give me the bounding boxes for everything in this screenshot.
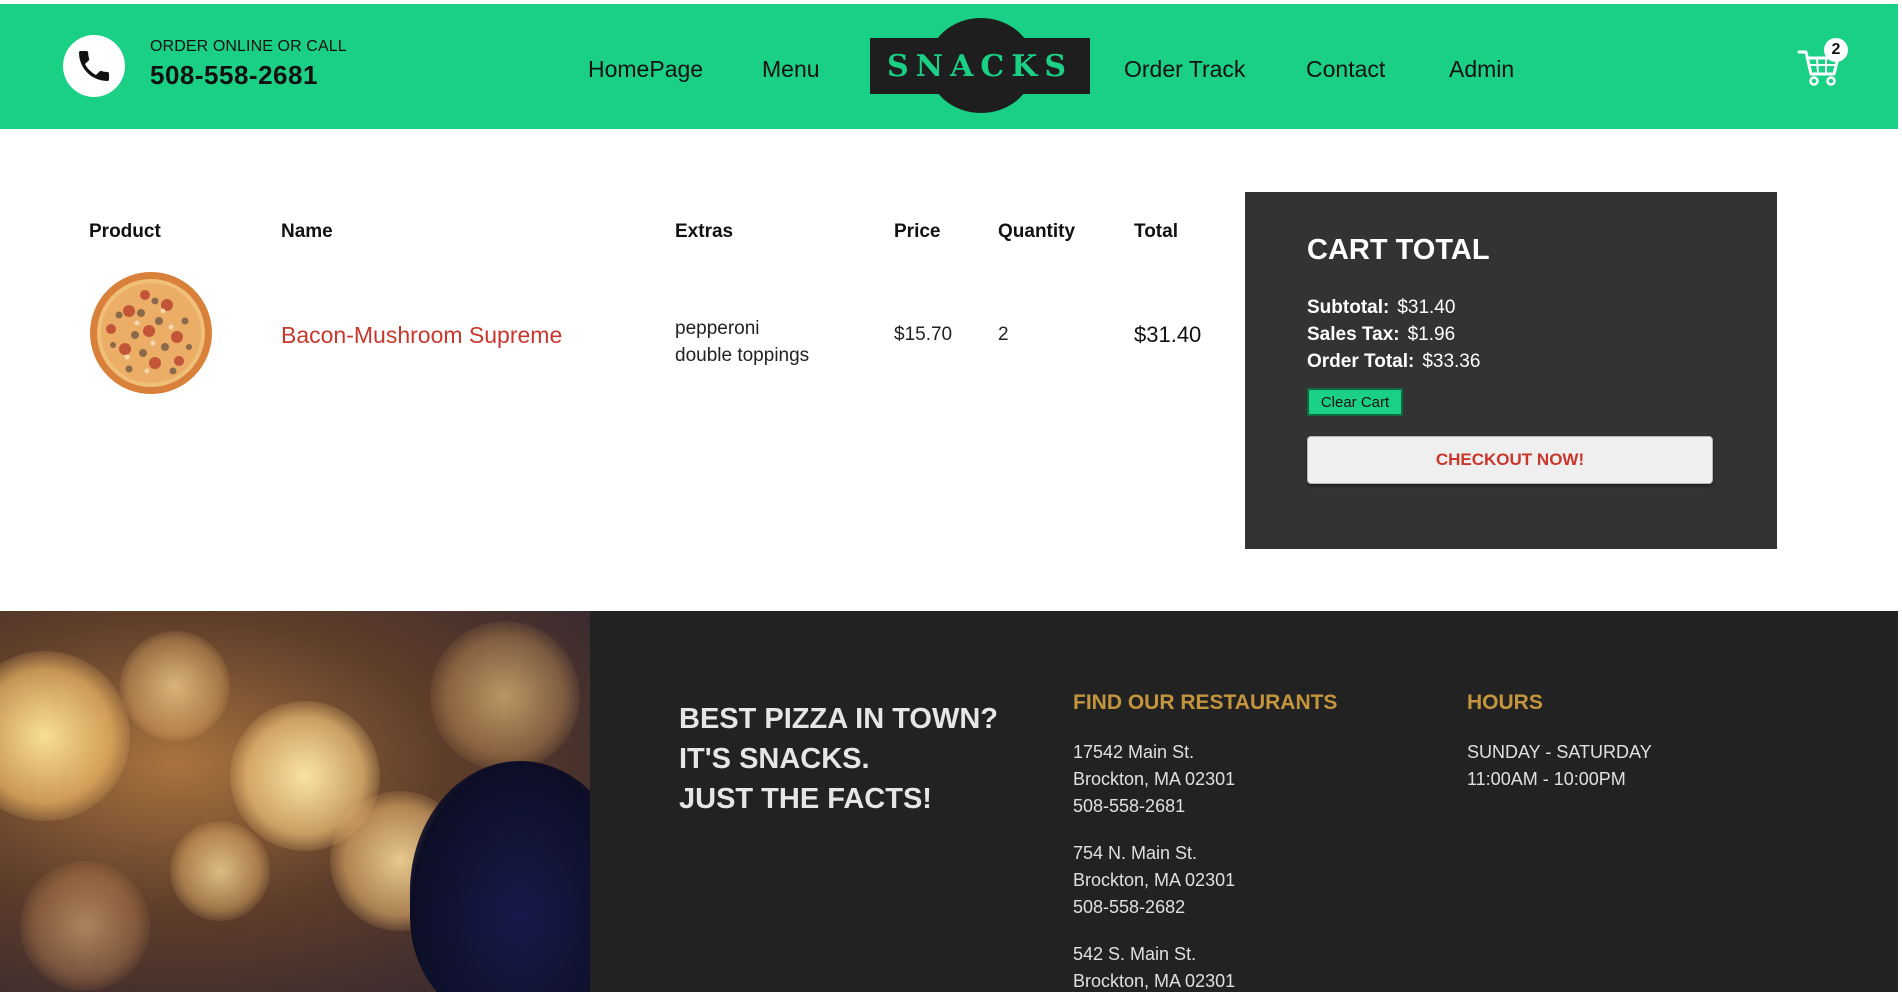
restaurant-address: 754 N. Main St. Brockton, MA 02301 508-5…	[1073, 840, 1235, 921]
nav-menu[interactable]: Menu	[762, 56, 820, 83]
product-name-link[interactable]: Bacon-Mushroom Supreme	[281, 322, 562, 349]
pizza-image	[90, 272, 212, 394]
product-total: $31.40	[1134, 322, 1202, 347]
address-phone: 508-558-2681	[1073, 796, 1186, 816]
hours-text: SUNDAY - SATURDAY 11:00AM - 10:00PM	[1467, 739, 1652, 793]
find-restaurants-heading: FIND OUR RESTAURANTS	[1073, 691, 1338, 714]
order-total-label: Order Total:	[1307, 351, 1415, 372]
clear-cart-button[interactable]: Clear Cart	[1307, 388, 1403, 416]
hours-times: 11:00AM - 10:00PM	[1467, 769, 1626, 789]
order-total-row: Order Total: $33.36	[1307, 351, 1480, 373]
footer-slogan: BEST PIZZA IN TOWN? IT'S SNACKS. JUST TH…	[679, 699, 998, 819]
address-line: 542 S. Main St.	[1073, 944, 1197, 964]
product-extras: pepperoni double toppings	[675, 315, 809, 369]
order-total-value: $33.36	[1422, 351, 1481, 372]
address-line: 17542 Main St.	[1073, 742, 1195, 762]
address-line: Brockton, MA 02301	[1073, 971, 1236, 991]
restaurant-address: 17542 Main St. Brockton, MA 02301 508-55…	[1073, 739, 1235, 820]
extra-item: double toppings	[675, 345, 810, 366]
snacks-logo[interactable]: SNACKS	[870, 18, 1090, 113]
nav-contact[interactable]: Contact	[1306, 56, 1385, 83]
subtotal-row: Subtotal: $31.40	[1307, 297, 1455, 319]
slogan-line: BEST PIZZA IN TOWN?	[679, 703, 998, 735]
extra-item: pepperoni	[675, 318, 760, 339]
sales-tax-row: Sales Tax: $1.96	[1307, 324, 1455, 346]
logo-text: SNACKS	[887, 48, 1073, 84]
navbar: ORDER ONLINE OR CALL 508-558-2681 HomePa…	[0, 4, 1898, 129]
hours-days: SUNDAY - SATURDAY	[1467, 742, 1652, 762]
footer-bokeh-image	[0, 611, 590, 992]
slogan-line: JUST THE FACTS!	[679, 783, 932, 815]
address-phone: 508-558-2682	[1073, 897, 1186, 917]
product-quantity: 2	[998, 324, 1009, 345]
phone-circle	[63, 35, 125, 97]
checkout-button[interactable]: CHECKOUT NOW!	[1307, 436, 1713, 484]
col-header-quantity: Quantity	[998, 221, 1076, 242]
col-header-price: Price	[894, 221, 941, 242]
address-line: Brockton, MA 02301	[1073, 870, 1236, 890]
col-header-extras: Extras	[675, 221, 734, 242]
phone-icon	[79, 51, 109, 81]
restaurant-address: 542 S. Main St. Brockton, MA 02301	[1073, 941, 1235, 995]
slogan-line: IT'S SNACKS.	[679, 743, 870, 775]
header-phone-number: 508-558-2681	[150, 60, 318, 90]
address-line: 754 N. Main St.	[1073, 843, 1198, 863]
col-header-total: Total	[1134, 221, 1178, 242]
subtotal-label: Subtotal:	[1307, 297, 1390, 318]
cart-total-panel: CART TOTAL Subtotal: $31.40 Sales Tax: $1.…	[1245, 192, 1777, 549]
nav-order-track[interactable]: Order Track	[1124, 56, 1245, 83]
address-line: Brockton, MA 02301	[1073, 769, 1236, 789]
sales-tax-label: Sales Tax:	[1307, 324, 1400, 345]
order-online-label: ORDER ONLINE OR CALL	[150, 38, 347, 55]
col-header-product: Product	[89, 221, 161, 242]
nav-homepage[interactable]: HomePage	[588, 56, 703, 83]
subtotal-value: $31.40	[1397, 297, 1456, 318]
cart-total-title: CART TOTAL	[1307, 234, 1490, 266]
footer: BEST PIZZA IN TOWN? IT'S SNACKS. JUST TH…	[0, 611, 1898, 992]
sales-tax-value: $1.96	[1407, 324, 1456, 345]
wine-glass-shape	[410, 761, 590, 992]
cart-count-badge: 2	[1824, 38, 1848, 62]
col-header-name: Name	[281, 221, 333, 242]
hours-heading: HOURS	[1467, 691, 1543, 714]
product-price: $15.70	[894, 324, 953, 345]
nav-admin[interactable]: Admin	[1449, 56, 1514, 83]
